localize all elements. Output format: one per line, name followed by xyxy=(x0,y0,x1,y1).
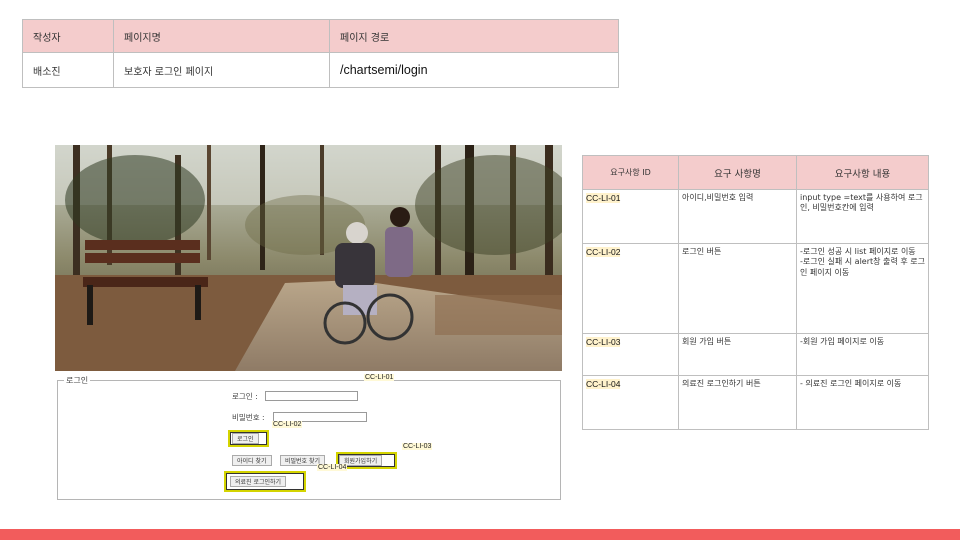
req-desc: -로그인 성공 시 list 페이지로 이동 -로그인 실패 시 alert창 … xyxy=(796,243,929,334)
req-id: CC-LI-04 xyxy=(586,379,621,389)
req-name-header: 요구 사항명 xyxy=(678,155,797,190)
callout-cc-li-01: CC-LI-01 xyxy=(364,374,395,381)
req-name: 로그인 버튼 xyxy=(678,243,797,334)
info-value-row: 배소진 보호자 로그인 페이지 /chartsemi/login xyxy=(22,52,619,88)
login-legend: 로그인 xyxy=(64,375,91,386)
req-row: CC-LI-02 로그인 버튼 -로그인 성공 시 list 페이지로 이동 -… xyxy=(582,243,929,334)
find-id-button[interactable]: 아이디 찾기 xyxy=(232,455,272,466)
page-name-value: 보호자 로그인 페이지 xyxy=(113,52,330,88)
callout-cc-li-02: CC-LI-02 xyxy=(272,421,303,428)
req-desc: -회원 가입 페이지로 이동 xyxy=(796,333,929,376)
req-desc: input type =text를 사용하여 로그인, 비밀번호칸에 입력 xyxy=(796,189,929,244)
req-name: 회원 가입 버튼 xyxy=(678,333,797,376)
login-fieldset: 로그인 로그인 : 비밀번호 : 로그인 아이디 찾기 비밀번호 찾기 회원가입… xyxy=(57,375,561,500)
req-id: CC-LI-01 xyxy=(586,193,621,203)
medical-login-button[interactable]: 의료진 로그인하기 xyxy=(230,476,287,487)
author-value: 배소진 xyxy=(22,52,114,88)
password-label: 비밀번호 : xyxy=(232,413,265,422)
info-header-row: 작성자 페이지명 페이지 경로 xyxy=(22,19,619,53)
req-id-header: 요구사항 ID xyxy=(582,155,679,190)
id-label: 로그인 : xyxy=(232,392,258,401)
req-desc-header: 요구사항 내용 xyxy=(796,155,929,190)
req-row: CC-LI-01 아이디,비밀번호 입력 input type =text를 사… xyxy=(582,189,929,244)
page-info-table: 작성자 페이지명 페이지 경로 배소진 보호자 로그인 페이지 /chartse… xyxy=(22,19,619,88)
login-button[interactable]: 로그인 xyxy=(232,433,259,444)
hero-photo xyxy=(55,145,562,371)
page-path-header: 페이지 경로 xyxy=(329,19,619,53)
page-name-header: 페이지명 xyxy=(113,19,330,53)
callout-cc-li-03: CC-LI-03 xyxy=(402,443,433,450)
req-desc: - 의료진 로그인 페이지로 이동 xyxy=(796,375,929,430)
id-input[interactable] xyxy=(265,391,358,401)
page-path-value: /chartsemi/login xyxy=(329,52,619,88)
req-name: 의료진 로그인하기 버튼 xyxy=(678,375,797,430)
bottom-accent-bar xyxy=(0,529,960,540)
req-id: CC-LI-02 xyxy=(586,247,621,257)
req-row: CC-LI-03 회원 가입 버튼 -회원 가입 페이지로 이동 xyxy=(582,333,929,376)
requirements-table: 요구사항 ID 요구 사항명 요구사항 내용 CC-LI-01 아이디,비밀번호… xyxy=(582,155,929,430)
req-header-row: 요구사항 ID 요구 사항명 요구사항 내용 xyxy=(582,155,929,190)
req-row: CC-LI-04 의료진 로그인하기 버튼 - 의료진 로그인 페이지로 이동 xyxy=(582,375,929,430)
req-name: 아이디,비밀번호 입력 xyxy=(678,189,797,244)
author-header: 작성자 xyxy=(22,19,114,53)
req-id: CC-LI-03 xyxy=(586,337,621,347)
callout-cc-li-04: CC-LI-04 xyxy=(317,464,348,471)
